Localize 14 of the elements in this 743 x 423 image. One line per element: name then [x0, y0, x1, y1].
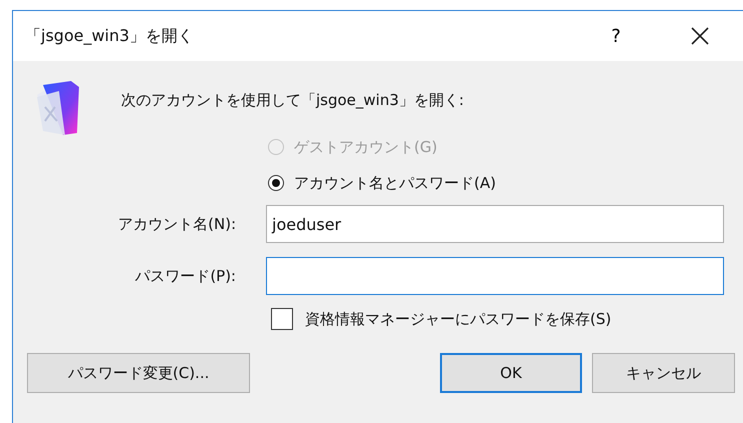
radio-button[interactable]	[268, 175, 284, 191]
dialog-button[interactable]: OK	[440, 353, 582, 393]
radio-option[interactable]: アカウント名とパスワード(A)	[268, 171, 743, 195]
help-button[interactable]: ?	[601, 21, 631, 51]
field-label: アカウント名(N):	[118, 214, 236, 234]
prompt-text: 次のアカウントを使用して「jsgoe_win3」を開く:	[121, 91, 464, 110]
input-field[interactable]: joeduser	[266, 205, 724, 243]
dialog-button[interactable]: キャンセル	[592, 353, 735, 393]
dialog-button[interactable]: パスワード変更(C)...	[27, 353, 250, 393]
window-title: 「jsgoe_win3」を開く	[25, 26, 194, 46]
input-field[interactable]	[266, 257, 724, 295]
close-icon	[691, 27, 709, 45]
save-password-checkbox[interactable]: 資格情報マネージャーにパスワードを保存(S)	[271, 308, 612, 330]
field-label: パスワード(P):	[135, 266, 236, 286]
